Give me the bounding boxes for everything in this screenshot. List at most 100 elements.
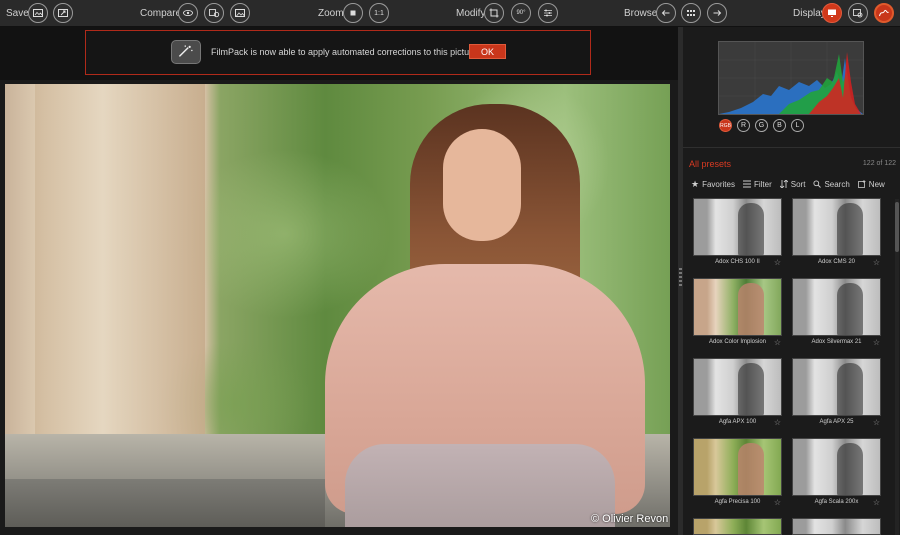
browse-label: Browse (624, 8, 658, 19)
new-preset-button[interactable]: New (857, 177, 885, 191)
preset-item[interactable]: Adox Silvermax 21 ☆ (792, 278, 881, 351)
panel-separator (683, 147, 900, 148)
ok-button[interactable]: OK (469, 44, 506, 59)
compare-original-button[interactable] (230, 3, 250, 23)
notification-area: FilmPack is now able to apply automated … (0, 27, 678, 80)
preset-item[interactable]: Agfa Scala 200x ☆ (792, 438, 881, 511)
sort-button[interactable]: Sort (779, 177, 806, 191)
favorite-star-icon[interactable]: ☆ (774, 258, 781, 267)
arrow-left-icon (661, 10, 670, 16)
preset-thumbnail[interactable] (792, 518, 881, 535)
favorites-button[interactable]: ★ Favorites (691, 177, 735, 191)
preset-thumbnail[interactable] (693, 198, 782, 256)
zoom-ratio-text: 1:1 (374, 9, 384, 17)
adjust-button[interactable] (538, 3, 558, 23)
presets-count: 122 of 122 (862, 160, 896, 167)
preset-thumbnail[interactable] (693, 358, 782, 416)
fit-screen-icon (350, 10, 356, 16)
filter-label: Filter (753, 179, 772, 189)
photo-column (35, 84, 205, 444)
preset-item[interactable]: Agfa APX 25 ☆ (792, 358, 881, 431)
save-as-button[interactable] (53, 3, 73, 23)
favorite-star-icon[interactable]: ☆ (873, 498, 880, 507)
image-icon (235, 9, 245, 17)
preset-name: Adox CMS 20 (817, 259, 856, 265)
export-icon (58, 9, 68, 17)
search-icon (813, 180, 822, 188)
preset-thumbnail[interactable] (693, 518, 782, 535)
search-label: Search (824, 179, 850, 189)
display-monitor-button[interactable] (822, 3, 842, 23)
preset-thumbnail[interactable] (792, 198, 881, 256)
grid-view-button[interactable] (681, 3, 701, 23)
favorite-star-icon[interactable]: ☆ (774, 338, 781, 347)
auto-correct-icon (171, 40, 201, 64)
channel-b-button[interactable]: B (773, 119, 786, 132)
zoom-label: Zoom (318, 8, 344, 19)
sort-icon (779, 180, 788, 188)
channel-r-button[interactable]: R (737, 119, 750, 132)
preset-item[interactable]: Agfa Precisa 100 ☆ (693, 438, 782, 511)
preset-name: Agfa Precisa 100 (714, 499, 761, 505)
preset-name: Agfa Scala 200x (814, 499, 859, 505)
next-image-button[interactable] (707, 3, 727, 23)
display-histogram-button[interactable] (874, 3, 894, 23)
display-label: Display (793, 8, 826, 19)
save-image-button[interactable] (28, 3, 48, 23)
preset-thumbnail[interactable] (792, 358, 881, 416)
preset-thumbnail[interactable] (693, 278, 782, 336)
previous-image-button[interactable] (656, 3, 676, 23)
sort-label: Sort (790, 179, 806, 189)
channel-rgb-button[interactable]: RGB (719, 119, 732, 132)
preset-item[interactable]: Adox CHS 100 II ☆ (693, 198, 782, 271)
preset-thumbnail[interactable] (792, 438, 881, 496)
save-image-icon (33, 9, 43, 17)
crop-button[interactable] (484, 3, 504, 23)
grid-icon (687, 10, 695, 16)
favorites-label: Favorites (702, 179, 735, 189)
preset-item[interactable]: Adox CMS 20 ☆ (792, 198, 881, 271)
photo-credit: © Olivier Revon (591, 513, 669, 525)
preset-thumbnail[interactable] (792, 278, 881, 336)
presets-title[interactable]: All presets (689, 159, 731, 169)
histogram-icon (879, 9, 889, 17)
rotate-button[interactable]: 90° (511, 3, 531, 23)
preset-item-partial[interactable] (693, 518, 782, 535)
photo-face (443, 129, 521, 241)
presets-scrollbar-thumb[interactable] (895, 202, 899, 252)
search-button[interactable]: Search (813, 177, 850, 191)
magnifier-image-icon (853, 9, 863, 18)
favorite-star-icon[interactable]: ☆ (873, 258, 880, 267)
presets-toolbar: ★ Favorites Filter Sort Search New (691, 177, 885, 191)
filter-button[interactable]: Filter (742, 177, 772, 191)
preset-item[interactable]: Adox Color Implosion ☆ (693, 278, 782, 351)
filmpack-notification: FilmPack is now able to apply automated … (85, 30, 591, 75)
channel-g-button[interactable]: G (755, 119, 768, 132)
monitor-icon (828, 9, 836, 17)
compare-split-button[interactable] (204, 3, 224, 23)
zoom-fit-button[interactable] (343, 3, 363, 23)
crop-icon (489, 8, 499, 18)
compare-preview-button[interactable] (178, 3, 198, 23)
main-photo[interactable]: © Olivier Revon (5, 84, 670, 527)
main-toolbar: Save Compare Zoom 1:1 Modify 90° Browse … (0, 0, 900, 27)
favorite-star-icon[interactable]: ☆ (774, 418, 781, 427)
rotate-text: 90° (516, 10, 526, 16)
favorite-star-icon[interactable]: ☆ (873, 338, 880, 347)
preset-item[interactable]: Agfa APX 100 ☆ (693, 358, 782, 431)
eye-icon (183, 9, 193, 17)
compare-label: Compare (140, 8, 182, 19)
divider-handle[interactable] (679, 268, 682, 286)
channel-l-button[interactable]: L (791, 119, 804, 132)
photo-steps (5, 479, 325, 527)
split-view-icon (209, 9, 220, 18)
new-label: New (868, 179, 885, 189)
display-zoom-button[interactable] (848, 3, 868, 23)
preset-item-partial[interactable] (792, 518, 881, 535)
favorite-star-icon[interactable]: ☆ (873, 418, 880, 427)
preset-name: Agfa APX 100 (718, 419, 757, 425)
preset-thumbnail[interactable] (693, 438, 782, 496)
star-icon: ★ (691, 178, 700, 189)
zoom-100-button[interactable]: 1:1 (369, 3, 389, 23)
favorite-star-icon[interactable]: ☆ (774, 498, 781, 507)
